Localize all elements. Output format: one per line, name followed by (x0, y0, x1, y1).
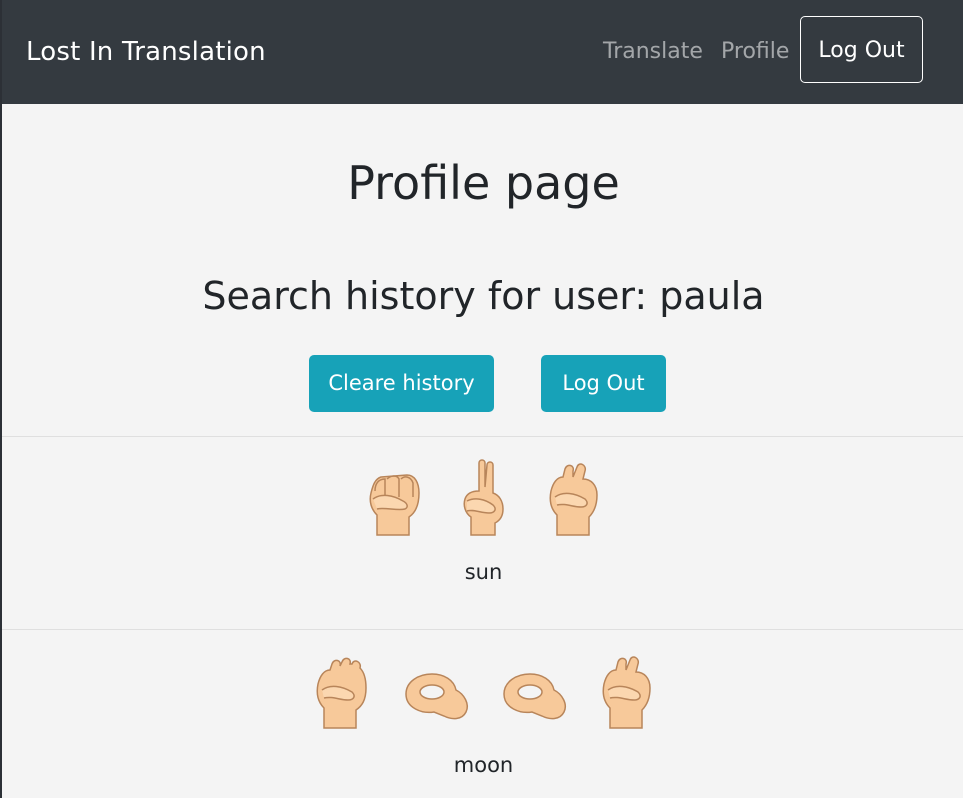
n-hand-sign-icon (549, 463, 598, 536)
o-hand-sign-icon (404, 673, 468, 720)
s-hand-sign-icon (369, 474, 420, 536)
history-word: moon (453, 753, 514, 777)
nav-logout-button[interactable]: Log Out (800, 16, 923, 83)
o-hand-sign-icon (502, 673, 566, 720)
history-entry: sun (2, 437, 963, 629)
search-history-title: Search history for user: paula (202, 274, 765, 318)
sign-sequence (2, 457, 963, 537)
u-hand-sign-icon (463, 459, 504, 536)
nav-link-translate[interactable]: Translate (603, 38, 703, 66)
history-entry: moon (2, 630, 963, 798)
sign-sequence (2, 650, 963, 730)
m-hand-sign-icon (316, 657, 367, 729)
page-title: Profile page (347, 156, 620, 210)
clear-history-button[interactable]: Cleare history (309, 355, 494, 412)
top-navbar: Lost In Translation Translate Profile Lo… (2, 0, 963, 104)
profile-page: Lost In Translation Translate Profile Lo… (0, 0, 963, 798)
brand-logo-text[interactable]: Lost In Translation (26, 35, 266, 69)
nav-link-profile[interactable]: Profile (721, 38, 789, 66)
n-hand-sign-icon (602, 656, 651, 729)
logout-button[interactable]: Log Out (541, 355, 666, 412)
history-word: sun (464, 560, 503, 584)
